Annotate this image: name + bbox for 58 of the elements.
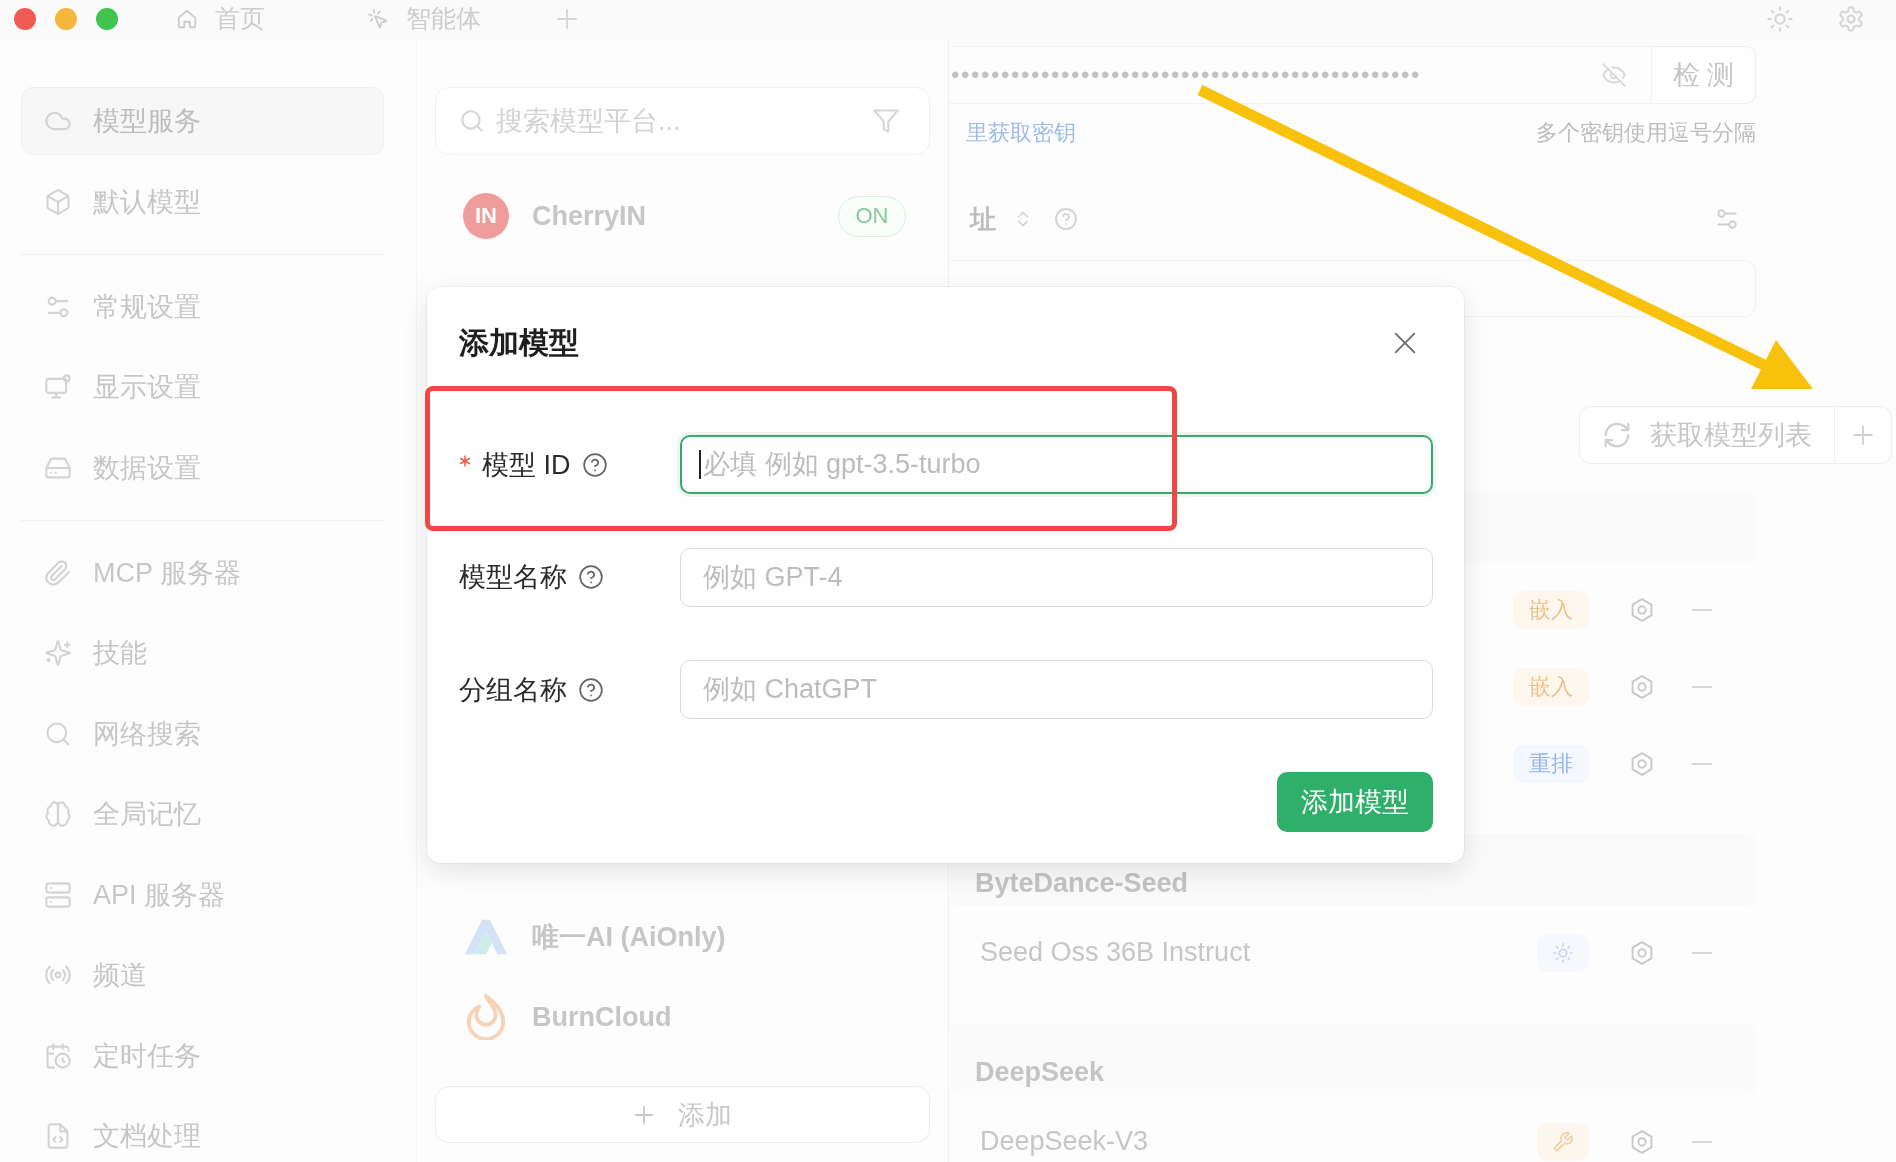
provider-logo: IN (463, 193, 509, 239)
field-label: 分组名称 (459, 673, 567, 707)
eye-off-icon[interactable] (1601, 62, 1627, 88)
field-label: 模型 ID (482, 448, 571, 482)
settings-icon[interactable] (1629, 596, 1655, 623)
monitor-icon (44, 373, 72, 401)
api-key-hint: 多个密钥使用逗号分隔 (1536, 119, 1756, 147)
settings-icon[interactable] (1837, 4, 1865, 33)
search-icon (44, 719, 72, 748)
sun-icon (1537, 933, 1589, 972)
capability-tag: 嵌入 (1513, 590, 1589, 629)
capability-tag: 嵌入 (1513, 667, 1589, 706)
settings-icon[interactable] (1629, 939, 1655, 966)
cursor-click-icon (367, 7, 389, 30)
minus-icon[interactable] (1692, 761, 1712, 766)
zoom-window-icon[interactable] (96, 7, 118, 30)
sidebar-item[interactable]: 模型服务 (21, 87, 384, 155)
settings-icon[interactable] (1629, 673, 1655, 700)
search-icon (459, 108, 485, 134)
sliders-icon[interactable] (1714, 206, 1740, 232)
dialog-title: 添加模型 (459, 324, 579, 361)
home-icon (176, 7, 198, 30)
plus-icon (1851, 423, 1875, 447)
filter-icon[interactable] (872, 107, 900, 135)
minus-icon[interactable] (1692, 684, 1712, 689)
server-icon (44, 880, 72, 909)
capability-tag: 重排 (1513, 744, 1589, 783)
refresh-icon (1602, 420, 1632, 450)
wrench-icon (1537, 1122, 1589, 1161)
add-model-button[interactable] (1835, 406, 1892, 464)
minus-icon[interactable] (1692, 1139, 1712, 1144)
cube-icon (44, 187, 72, 216)
minus-icon[interactable] (1692, 950, 1712, 955)
text-cursor-icon (699, 450, 701, 479)
field-label: 模型名称 (459, 561, 567, 594)
calendar-clock-icon (44, 1041, 72, 1070)
get-key-link[interactable]: 里获取密钥 (966, 118, 1076, 148)
paperclip-icon (44, 558, 72, 587)
help-icon[interactable] (581, 451, 608, 478)
plus-icon (633, 1103, 655, 1126)
sun-icon[interactable] (1766, 4, 1794, 33)
check-button[interactable]: 检 测 (1652, 46, 1756, 104)
status-badge: ON (838, 195, 906, 237)
sparkles-icon (44, 639, 72, 667)
api-key-field[interactable]: ••••••••••••••••••••••••••••••••••••••••••••••• (949, 46, 1652, 104)
text-input[interactable]: 必填 例如 gpt-3.5-turbo (680, 435, 1433, 494)
minimize-window-icon[interactable] (55, 7, 77, 30)
settings-icon[interactable] (1629, 750, 1655, 777)
fetch-models-button[interactable]: 获取模型列表 (1579, 406, 1835, 464)
api-host-label: 址 (970, 202, 996, 236)
close-window-icon[interactable] (14, 7, 36, 30)
help-icon[interactable] (578, 564, 604, 590)
help-icon[interactable] (578, 676, 604, 703)
minus-icon[interactable] (1692, 607, 1712, 612)
add-model-submit-button[interactable]: 添加模型 (1277, 772, 1433, 832)
settings-icon[interactable] (1629, 1128, 1655, 1155)
brain-icon (44, 800, 72, 828)
plus-icon[interactable] (555, 6, 579, 31)
